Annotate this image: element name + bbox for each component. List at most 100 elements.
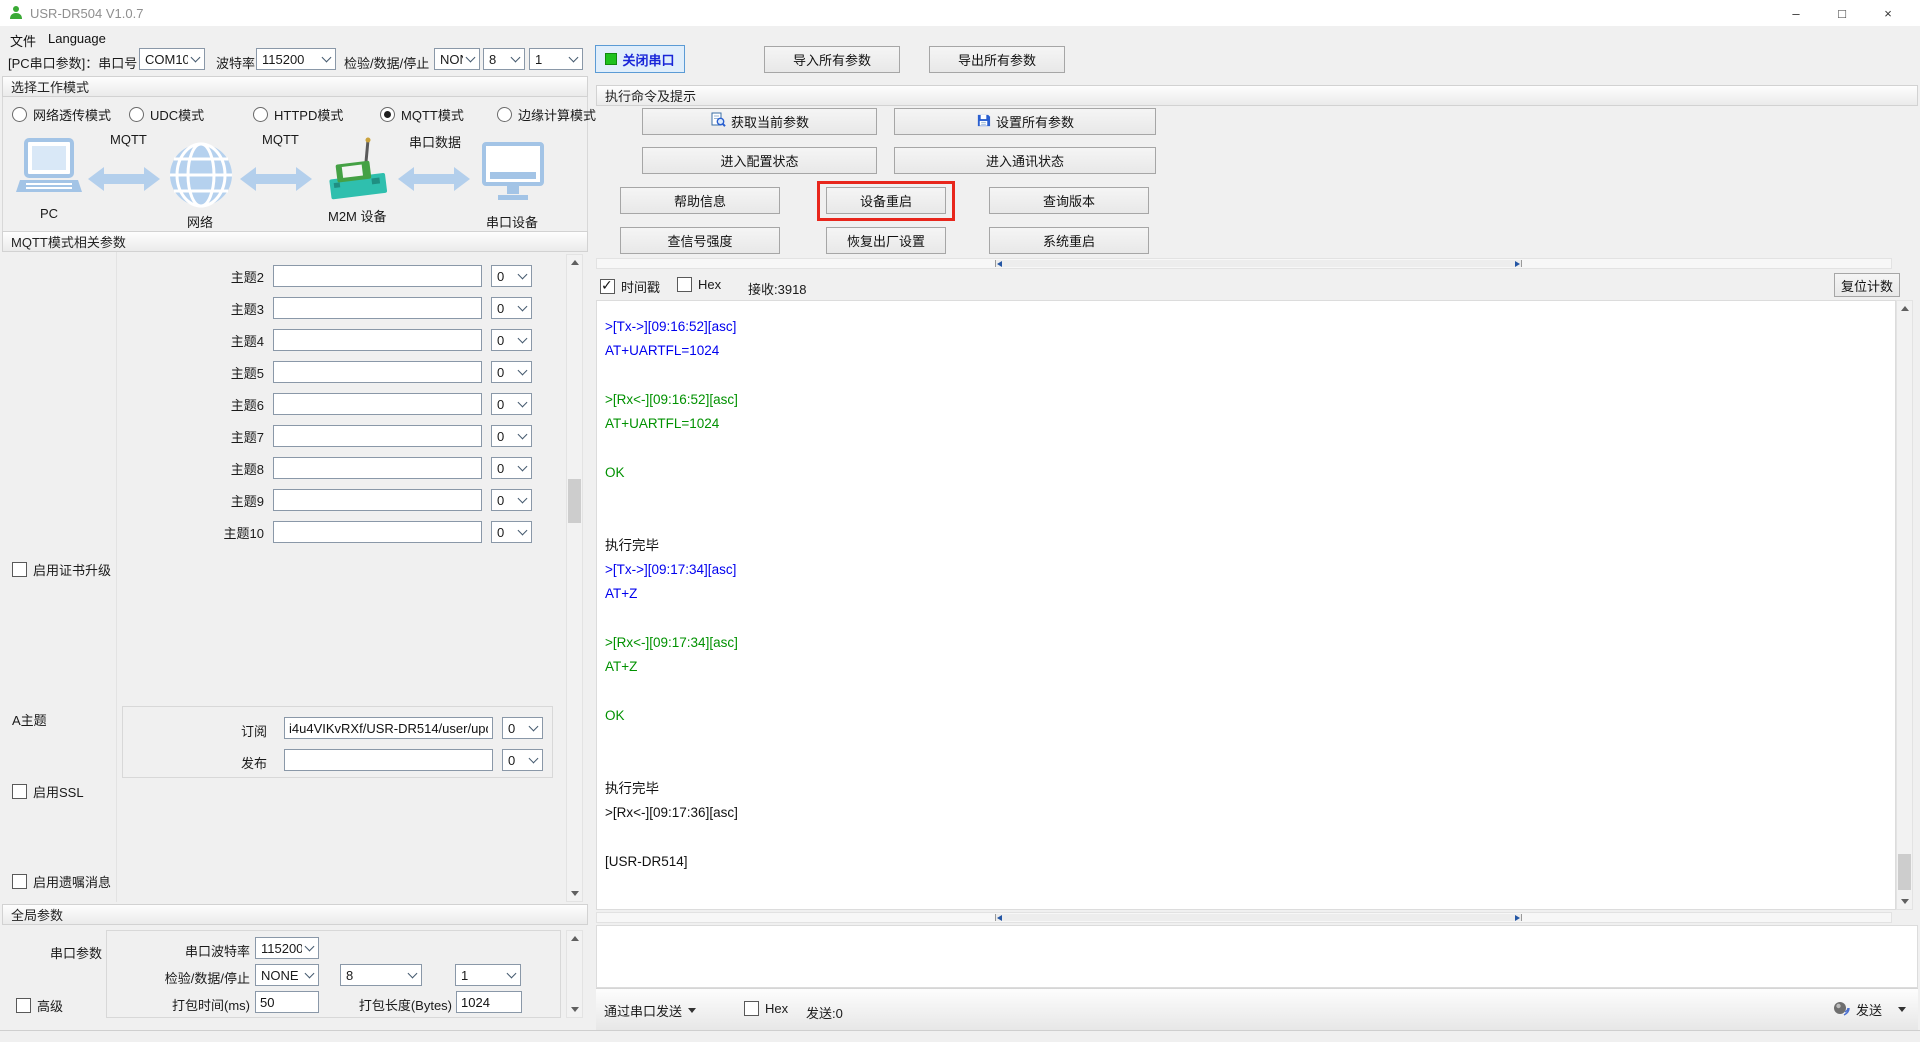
log-hex-checkbox[interactable]: Hex	[677, 277, 721, 292]
enter-config-button[interactable]: 进入配置状态	[642, 147, 877, 174]
baud-select[interactable]: 115200	[256, 48, 336, 70]
scroll-right-icon[interactable]	[1515, 261, 1520, 267]
topic-3-qos-select[interactable]: 0	[491, 297, 532, 319]
publish-topic-input[interactable]	[284, 749, 493, 771]
log-h-scrollbar-bottom[interactable]	[596, 912, 1892, 923]
scrollbar-thumb[interactable]	[995, 914, 1522, 921]
radio-transparent-mode[interactable]: 网络透传模式	[12, 105, 111, 124]
close-button[interactable]: ×	[1871, 0, 1905, 26]
global-parity-select[interactable]: NONE	[255, 964, 319, 986]
publish-qos-select[interactable]: 0	[502, 749, 543, 771]
parity-select[interactable]: NONI	[434, 48, 480, 70]
scroll-up-icon[interactable]	[567, 255, 582, 270]
topic-9-qos-select[interactable]: 0	[491, 489, 532, 511]
pack-length-input[interactable]	[456, 991, 522, 1013]
topic-6-input[interactable]	[273, 393, 482, 415]
diagram-net-label: 网络	[187, 212, 213, 231]
scroll-up-icon[interactable]	[1897, 301, 1912, 316]
log-h-scrollbar-top[interactable]	[596, 258, 1892, 269]
menu-item-file[interactable]: 文件	[6, 29, 40, 52]
topic-8-qos-select[interactable]: 0	[491, 457, 532, 479]
factory-reset-button[interactable]: 恢复出厂设置	[826, 227, 946, 254]
scroll-right-icon[interactable]	[1515, 915, 1520, 921]
timestamp-checkbox[interactable]: 时间戳	[600, 277, 660, 296]
stopbits-select[interactable]: 1	[529, 48, 583, 70]
cert-upgrade-checkbox[interactable]: 启用证书升级	[12, 560, 111, 579]
query-version-button[interactable]: 查询版本	[989, 187, 1149, 214]
global-panel-scrollbar[interactable]	[566, 930, 583, 1018]
menu-item-language[interactable]: Language	[44, 29, 110, 48]
global-baud-label: 串口波特率	[140, 941, 250, 960]
topic-4-qos-select[interactable]: 0	[491, 329, 532, 351]
will-message-checkbox[interactable]: 启用遗嘱消息	[12, 872, 111, 891]
import-params-button[interactable]: 导入所有参数	[764, 46, 900, 73]
send-button[interactable]: 发送	[1832, 999, 1906, 1020]
com-port-select[interactable]: COM10	[139, 48, 205, 70]
signal-strength-button[interactable]: 查信号强度	[620, 227, 780, 254]
advanced-checkbox[interactable]: 高级	[16, 996, 63, 1015]
radio-edge-mode[interactable]: 边缘计算模式	[497, 105, 596, 124]
sent-count: 发送:0	[806, 1003, 843, 1022]
topic-10-input[interactable]	[273, 521, 482, 543]
diagram-pc-label: PC	[40, 206, 58, 221]
log-line	[605, 436, 1895, 460]
enter-comm-button[interactable]: 进入通讯状态	[894, 147, 1156, 174]
send-via-serial-dropdown[interactable]: 通过串口发送	[604, 1001, 696, 1020]
dropdown-arrow-icon	[688, 1008, 696, 1013]
scroll-down-icon[interactable]	[1897, 894, 1912, 909]
topic-10-qos-select[interactable]: 0	[491, 521, 532, 543]
databits-select[interactable]: 8	[483, 48, 525, 70]
global-baud-select[interactable]: 115200	[255, 937, 319, 959]
pack-time-label: 打包时间(ms)	[140, 995, 250, 1014]
topic-7-input[interactable]	[273, 425, 482, 447]
subscribe-qos-select[interactable]: 0	[502, 717, 543, 739]
radio-udc-mode[interactable]: UDC模式	[129, 105, 204, 124]
system-restart-button[interactable]: 系统重启	[989, 227, 1149, 254]
pc-laptop-icon	[14, 138, 82, 209]
topic-2-input[interactable]	[273, 265, 482, 287]
window-bottom-strip	[0, 1030, 1920, 1042]
send-hex-checkbox[interactable]: Hex	[744, 1001, 788, 1016]
minimize-button[interactable]: –	[1779, 0, 1813, 26]
log-area[interactable]: >[Tx->][09:16:52][asc]AT+UARTFL=1024>[Rx…	[596, 300, 1896, 910]
scroll-left-icon[interactable]	[997, 915, 1002, 921]
global-databits-select[interactable]: 8	[340, 964, 422, 986]
topic-8-input[interactable]	[273, 457, 482, 479]
export-params-button[interactable]: 导出所有参数	[929, 46, 1065, 73]
topic-2-qos-select[interactable]: 0	[491, 265, 532, 287]
subscribe-topic-input[interactable]	[284, 717, 493, 739]
global-stopbits-select[interactable]: 1	[455, 964, 521, 986]
topic-4-input[interactable]	[273, 329, 482, 351]
close-port-button[interactable]: 关闭串口	[595, 45, 685, 73]
pack-time-input[interactable]	[255, 991, 319, 1013]
set-params-button[interactable]: 设置所有参数	[894, 108, 1156, 135]
maximize-button[interactable]: □	[1825, 0, 1859, 26]
reset-count-button[interactable]: 复位计数	[1834, 273, 1900, 297]
ssl-checkbox[interactable]: 启用SSL	[12, 782, 84, 801]
scroll-down-icon[interactable]	[567, 886, 582, 901]
send-input-area[interactable]	[596, 925, 1918, 988]
help-button[interactable]: 帮助信息	[620, 187, 780, 214]
log-line: AT+Z	[605, 582, 1895, 606]
scroll-down-icon[interactable]	[567, 1002, 582, 1017]
topic-6-qos-select[interactable]: 0	[491, 393, 532, 415]
scrollbar-thumb[interactable]	[995, 260, 1522, 267]
scrollbar-thumb[interactable]	[568, 479, 581, 523]
scroll-up-icon[interactable]	[567, 931, 582, 946]
scrollbar-thumb[interactable]	[1898, 854, 1911, 890]
topic-5-qos-select[interactable]: 0	[491, 361, 532, 383]
port-open-indicator-icon	[605, 53, 617, 65]
log-v-scrollbar[interactable]	[1896, 300, 1913, 910]
topic-3-input[interactable]	[273, 297, 482, 319]
mqtt-panel-scrollbar[interactable]	[566, 254, 583, 902]
log-line: >[Rx<-][09:17:34][asc]	[605, 631, 1895, 655]
topic-row: 主题2 0	[130, 265, 532, 287]
topic-5-input[interactable]	[273, 361, 482, 383]
get-params-button[interactable]: 获取当前参数	[642, 108, 877, 135]
diagram-link3-label: 串口数据	[409, 132, 461, 151]
scroll-left-icon[interactable]	[997, 261, 1002, 267]
topic-7-qos-select[interactable]: 0	[491, 425, 532, 447]
radio-httpd-mode[interactable]: HTTPD模式	[253, 105, 343, 124]
radio-mqtt-mode[interactable]: MQTT模式	[380, 105, 464, 124]
topic-9-input[interactable]	[273, 489, 482, 511]
